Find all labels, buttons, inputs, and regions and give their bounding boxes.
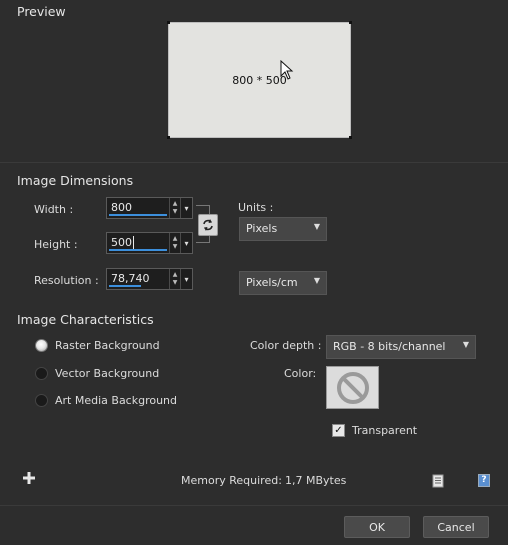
ok-button[interactable]: OK xyxy=(344,516,410,538)
help-icon[interactable]: ? xyxy=(478,474,490,487)
add-button[interactable] xyxy=(21,470,37,486)
no-color-icon xyxy=(336,371,369,404)
width-dropdown-arrow[interactable]: ▾ xyxy=(180,198,192,218)
image-dimensions-title: Image Dimensions xyxy=(17,173,134,188)
resolution-field[interactable]: 78,740 ▲ ▼ ▾ xyxy=(106,268,193,290)
art-media-background-radio[interactable]: Art Media Background xyxy=(35,394,177,407)
footer-divider xyxy=(0,505,508,506)
clipboard-button[interactable] xyxy=(432,474,444,491)
color-swatch[interactable] xyxy=(326,366,379,409)
section-divider xyxy=(0,162,508,163)
raster-background-label: Raster Background xyxy=(55,339,160,352)
height-field[interactable]: 500 ▲ ▼ ▾ xyxy=(106,232,193,254)
cursor-icon xyxy=(280,60,294,80)
memory-required-label: Memory Required: xyxy=(181,474,282,487)
resolution-value: 78,740 xyxy=(111,272,150,285)
radio-button[interactable] xyxy=(35,367,48,380)
clipboard-icon xyxy=(432,474,444,488)
color-depth-dropdown[interactable]: RGB - 8 bits/channel ▼ xyxy=(326,335,476,359)
swap-button[interactable] xyxy=(198,214,218,236)
width-field[interactable]: 800 ▲ ▼ ▾ xyxy=(106,197,193,219)
units-label: Units : xyxy=(238,201,274,214)
height-value: 500 xyxy=(111,236,132,249)
height-dropdown-arrow[interactable]: ▾ xyxy=(180,233,192,253)
raster-background-radio[interactable]: Raster Background xyxy=(35,339,160,352)
color-label: Color: xyxy=(284,367,317,380)
vector-background-label: Vector Background xyxy=(55,367,160,380)
radio-button[interactable] xyxy=(35,339,48,352)
radio-button[interactable] xyxy=(35,394,48,407)
art-media-background-label: Art Media Background xyxy=(55,394,178,407)
resolution-units-value: Pixels/cm xyxy=(246,276,298,289)
resolution-stepper[interactable]: ▲ ▼ xyxy=(169,269,180,289)
preview-title: Preview xyxy=(17,4,66,19)
swap-icon xyxy=(203,219,213,231)
add-icon xyxy=(23,472,35,484)
resolution-label: Resolution : xyxy=(34,274,99,287)
transparent-label: Transparent xyxy=(352,424,418,437)
resolution-units-dropdown[interactable]: Pixels/cm ▼ xyxy=(239,271,327,295)
height-stepper[interactable]: ▲ ▼ xyxy=(169,233,180,253)
transparent-checkbox[interactable]: ✓ xyxy=(332,424,345,437)
memory-required-value: 1,7 MBytes xyxy=(285,474,347,487)
chevron-down-icon: ▼ xyxy=(313,276,320,285)
resolution-dropdown-arrow[interactable]: ▾ xyxy=(180,269,192,289)
width-stepper[interactable]: ▲ ▼ xyxy=(169,198,180,218)
chevron-down-icon: ▼ xyxy=(313,222,320,231)
color-depth-value: RGB - 8 bits/channel xyxy=(333,340,446,353)
height-label: Height : xyxy=(34,238,78,251)
units-value: Pixels xyxy=(246,222,278,235)
preview-canvas: 800 * 500 xyxy=(167,21,352,139)
color-depth-label: Color depth : xyxy=(250,339,322,352)
vector-background-radio[interactable]: Vector Background xyxy=(35,367,159,380)
chevron-down-icon: ▼ xyxy=(462,340,469,349)
transparent-checkbox-row[interactable]: ✓ Transparent xyxy=(332,424,417,437)
units-dropdown[interactable]: Pixels ▼ xyxy=(239,217,327,241)
width-label: Width : xyxy=(34,203,74,216)
preview-dimension-text: 800 * 500 xyxy=(232,74,287,87)
width-value: 800 xyxy=(111,201,132,214)
image-characteristics-title: Image Characteristics xyxy=(17,312,154,327)
cancel-button[interactable]: Cancel xyxy=(423,516,489,538)
